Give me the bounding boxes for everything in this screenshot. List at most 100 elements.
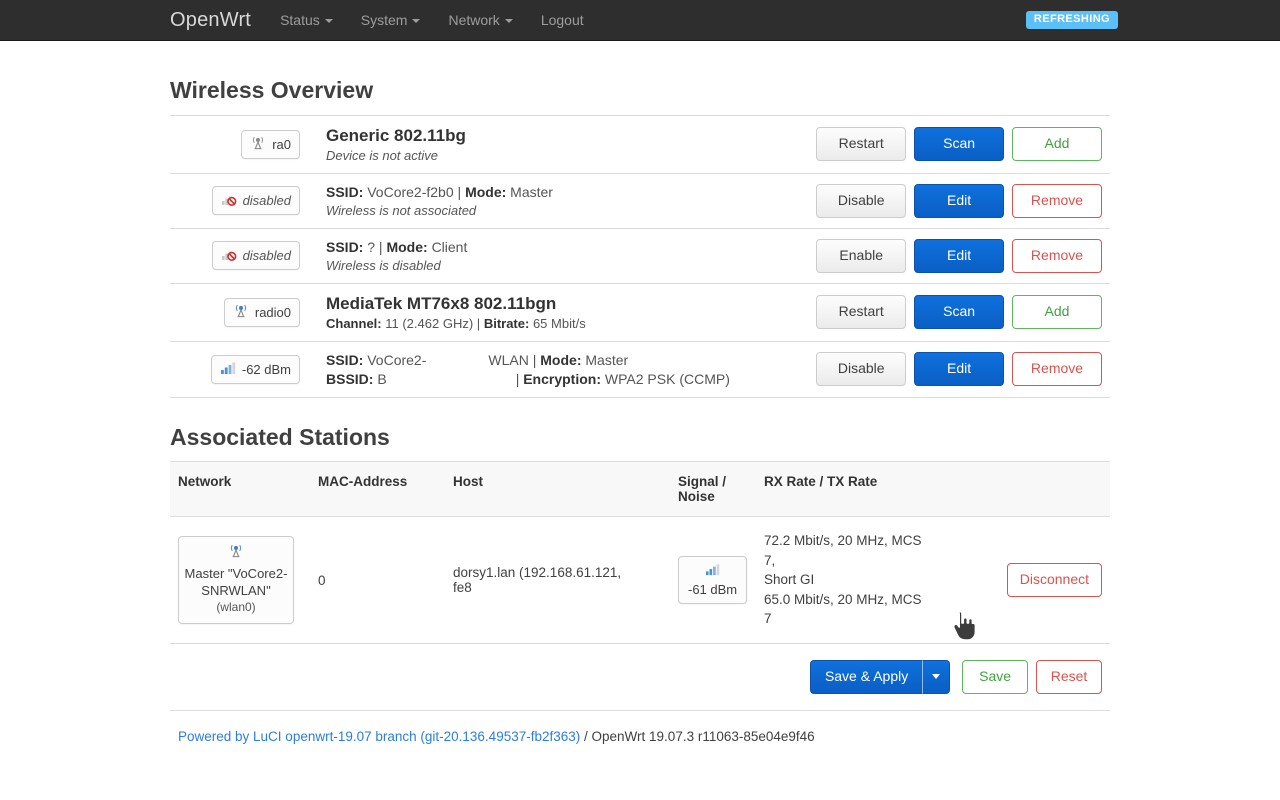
- page-title-associated-stations: Associated Stations: [170, 423, 390, 450]
- station-network-cell: Master "VoCore2-SNRWLAN" (wlan0): [170, 516, 310, 644]
- field-separator: |: [476, 315, 481, 331]
- channel-label: Channel:: [326, 315, 382, 331]
- wireless-row-badge-cell: -62 dBm: [170, 341, 318, 397]
- remove-button[interactable]: Remove: [1012, 352, 1102, 387]
- station-tx-rate: 65.0 Mbit/s, 20 MHz, MCS 7: [764, 591, 922, 627]
- antenna-active-icon: [228, 543, 244, 564]
- save-button[interactable]: Save: [962, 660, 1029, 694]
- column-header-signal-line2: Noise: [678, 489, 715, 505]
- station-mac-cell: 0: [310, 516, 445, 644]
- chevron-down-icon: [504, 19, 513, 23]
- save-apply-dropdown-toggle[interactable]: [922, 660, 951, 694]
- nav-item-logout[interactable]: Logout: [527, 0, 598, 41]
- station-action-cell: Disconnect: [936, 516, 1110, 644]
- enable-button[interactable]: Enable: [816, 238, 907, 273]
- bitrate-value: 65 Mbit/s: [532, 315, 586, 331]
- caret-down-icon: [932, 674, 941, 680]
- iface-badge-label: -62 dBm: [241, 361, 291, 377]
- wireless-row-info-cell: MediaTek MT76x8 802.11bgn Channel: 11 (2…: [318, 283, 804, 341]
- add-button[interactable]: Add: [1012, 295, 1102, 330]
- iface-badge-disabled[interactable]: disabled: [211, 186, 300, 216]
- nav-item-network[interactable]: Network: [434, 0, 526, 41]
- iface-status-text: Wireless is not associated: [326, 202, 477, 218]
- iface-badge-disabled[interactable]: disabled: [211, 241, 300, 271]
- iface-badge-signal[interactable]: -62 dBm: [210, 354, 300, 384]
- wireless-row-info-cell: Generic 802.11bg Device is not active: [318, 115, 804, 173]
- associated-stations-table: Network MAC-Address Host Signal / Noise …: [170, 461, 1110, 644]
- iface-badge-label: disabled: [242, 193, 291, 209]
- page-title-wireless-overview: Wireless Overview: [170, 77, 374, 103]
- reset-button[interactable]: Reset: [1036, 660, 1102, 694]
- wireless-row-vocore2-snrwlan: -62 dBm SSID: VoCore2- WLAN | Mode: Maste…: [170, 341, 1110, 398]
- signal-badge[interactable]: -61 dBm: [678, 556, 748, 605]
- mode-label: Mode:: [540, 351, 582, 368]
- station-rate-cell: 72.2 Mbit/s, 20 MHz, MCS 7, Short GI 65.…: [756, 516, 936, 644]
- restart-button[interactable]: Restart: [816, 127, 907, 162]
- iface-badge-label: ra0: [272, 136, 291, 152]
- chevron-down-icon: [324, 19, 333, 23]
- mode-label: Mode:: [386, 238, 428, 255]
- station-host-cell: dorsy1.lan (192.168.61.121, fe8: [445, 516, 670, 644]
- scan-button[interactable]: Scan: [914, 127, 1005, 162]
- wireless-overview-table: ra0 Generic 802.11bg Device is not activ…: [170, 114, 1110, 398]
- remove-button[interactable]: Remove: [1012, 183, 1102, 218]
- bitrate-label: Bitrate:: [483, 315, 530, 331]
- disable-button[interactable]: Disable: [816, 352, 907, 387]
- encryption-value: WPA2 PSK (CCMP): [604, 370, 730, 387]
- signal-bars-icon: [704, 562, 721, 580]
- station-signal-cell: -61 dBm: [670, 516, 756, 644]
- mode-value: Client: [431, 238, 468, 255]
- nav-item-logout-label: Logout: [540, 11, 584, 28]
- nav-item-system[interactable]: System: [347, 0, 435, 41]
- wireless-row-ra0: ra0 Generic 802.11bg Device is not activ…: [170, 115, 1110, 174]
- ssid-value-start: VoCore2-: [367, 351, 427, 368]
- network-mode-ssid: Master "VoCore2-SNRWLAN": [184, 566, 288, 599]
- iface-badge-label: disabled: [242, 248, 291, 264]
- network-badge[interactable]: Master "VoCore2-SNRWLAN" (wlan0): [178, 536, 294, 624]
- column-header-signal-line1: Signal /: [678, 474, 727, 490]
- wireless-row-badge-cell: disabled: [170, 173, 318, 228]
- save-apply-split-button[interactable]: Save & Apply: [809, 660, 951, 694]
- scan-button[interactable]: Scan: [914, 295, 1005, 330]
- signal-disabled-icon: [221, 191, 237, 210]
- edit-button[interactable]: Edit: [914, 352, 1005, 387]
- edit-button[interactable]: Edit: [914, 238, 1005, 273]
- wireless-row-info-cell: SSID: VoCore2- WLAN | Mode: Master BSSID:…: [318, 341, 804, 397]
- bssid-label: BSSID:: [326, 370, 374, 387]
- wireless-row-info-cell: SSID: ? | Mode: Client Wireless is disab…: [318, 228, 804, 283]
- wireless-row-actions-cell: Restart Scan Add: [804, 283, 1110, 341]
- field-separator: |: [515, 370, 520, 387]
- wireless-row-badge-cell: radio0: [170, 283, 318, 341]
- wireless-row-actions-cell: Disable Edit Remove: [804, 173, 1110, 228]
- column-header-actions: [936, 461, 1110, 518]
- nav-item-status[interactable]: Status: [266, 0, 347, 41]
- status-badge-refreshing: REFRESHING: [1025, 10, 1118, 29]
- wireless-row-actions-cell: Disable Edit Remove: [804, 341, 1110, 397]
- add-button[interactable]: Add: [1012, 127, 1102, 162]
- iface-badge-label: radio0: [254, 304, 291, 320]
- save-apply-button[interactable]: Save & Apply: [809, 660, 923, 694]
- remove-button[interactable]: Remove: [1012, 238, 1102, 273]
- table-row: Master "VoCore2-SNRWLAN" (wlan0) 0 dorsy…: [170, 516, 1110, 644]
- ssid-value: VoCore2-f2b0: [367, 183, 454, 200]
- nav-item-network-label: Network: [448, 11, 500, 28]
- station-rx-rate-cont: Short GI: [764, 572, 815, 588]
- iface-badge-radio0[interactable]: radio0: [223, 297, 300, 327]
- ssid-value-end: WLAN: [488, 351, 529, 368]
- openwrt-version-text: / OpenWrt 19.07.3 r11063-85e04e9f46: [580, 728, 815, 744]
- edit-button[interactable]: Edit: [914, 183, 1005, 218]
- brand-logo[interactable]: OpenWrt: [170, 10, 266, 30]
- nav-item-status-label: Status: [280, 11, 320, 28]
- disconnect-button[interactable]: Disconnect: [1006, 563, 1102, 598]
- luci-version-link[interactable]: Powered by LuCI openwrt-19.07 branch (gi…: [178, 729, 580, 744]
- column-header-signal-noise: Signal / Noise: [670, 461, 756, 518]
- chevron-down-icon: [412, 19, 421, 23]
- iface-status-text: Wireless is disabled: [326, 257, 441, 273]
- ssid-label: SSID:: [326, 183, 364, 200]
- column-header-mac-address: MAC-Address: [310, 461, 445, 518]
- disable-button[interactable]: Disable: [816, 183, 907, 218]
- mode-label: Mode:: [465, 183, 507, 200]
- column-header-network: Network: [170, 461, 310, 518]
- iface-badge-ra0[interactable]: ra0: [241, 129, 300, 159]
- restart-button[interactable]: Restart: [816, 295, 907, 330]
